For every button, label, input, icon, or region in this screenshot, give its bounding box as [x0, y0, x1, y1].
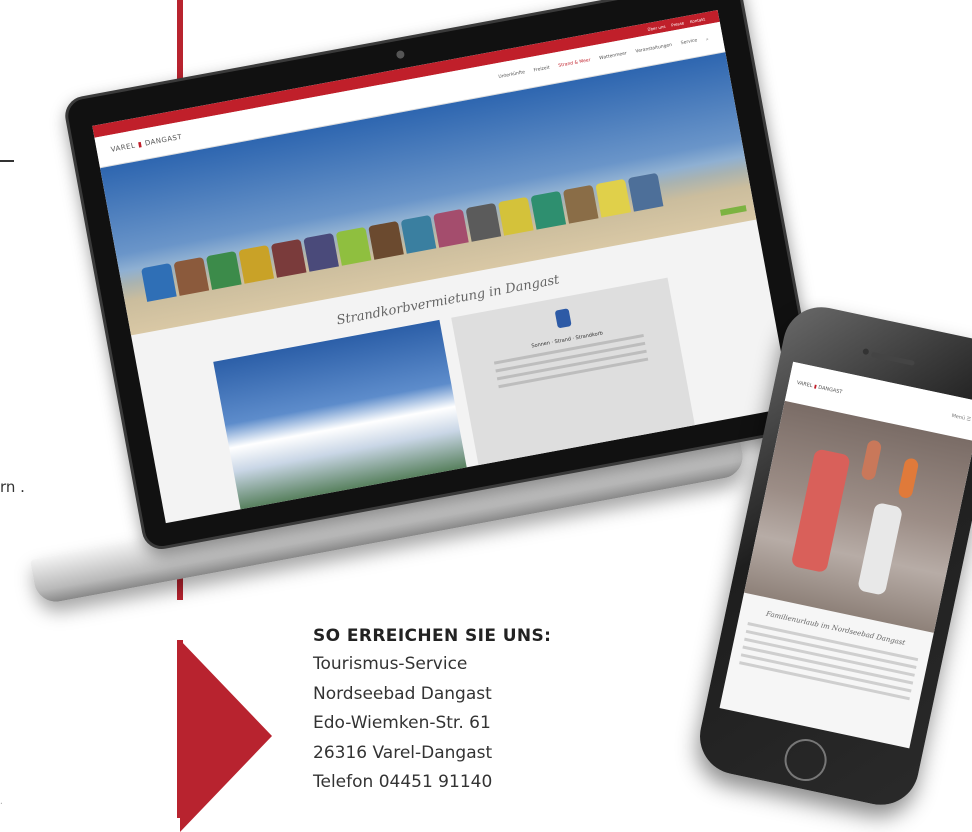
beach-chair	[627, 172, 664, 212]
logo-text-right: DANGAST	[144, 132, 183, 148]
topbar-link[interactable]: Kontakt	[689, 16, 705, 24]
laptop-screen: Über uns Presse Kontakt VAREL ▮ DANGAST …	[92, 10, 792, 524]
person-figure	[860, 439, 883, 482]
contact-org-sub: Nordseebad Dangast	[313, 683, 492, 704]
mobile-logo[interactable]: VAREL ▮ DANGAST	[796, 380, 843, 396]
nav-item-active[interactable]: Strand & Meer	[558, 58, 591, 70]
phone-speaker	[870, 351, 915, 366]
logo-text-left: VAREL	[110, 141, 137, 154]
beach-chair	[205, 250, 242, 290]
logo-mark-icon: ▮	[137, 140, 144, 149]
slider-badge[interactable]	[720, 205, 747, 216]
beach-chair	[141, 262, 177, 302]
nav-item[interactable]: Unterkünfte	[498, 70, 525, 81]
divider-dash	[0, 160, 14, 162]
nav-item[interactable]: Service	[680, 38, 697, 47]
logo-text-left: VAREL	[796, 380, 814, 390]
beach-chair	[173, 256, 210, 296]
info-card: Sonnen · Strand · Strandkorb	[451, 277, 697, 476]
nav-item[interactable]: Freizeit	[533, 66, 550, 75]
person-figure	[897, 457, 920, 500]
beach-chair	[465, 202, 502, 242]
cropped-body-text: rn .	[0, 478, 25, 496]
beach-chair	[497, 196, 534, 236]
contact-street: Edo-Wiemken-Str. 61	[313, 713, 491, 733]
contact-org: Tourismus-Service	[313, 654, 468, 674]
mudflat-family-photo	[744, 400, 972, 633]
beach-chair	[238, 244, 275, 284]
person-figure	[790, 448, 851, 574]
beach-chair	[595, 178, 631, 218]
contact-heading: SO ERREICHEN SIE UNS:	[313, 626, 552, 646]
beach-chair	[270, 238, 307, 278]
site-logo[interactable]: VAREL ▮ DANGAST	[110, 133, 183, 154]
topbar-link[interactable]: Presse	[671, 20, 685, 27]
search-icon[interactable]: ⌕	[706, 36, 709, 42]
red-triangle-arrow	[180, 640, 272, 832]
logo-text-right: DANGAST	[817, 384, 843, 396]
contact-block: SO ERREICHEN SIE UNS: Tourismus-Service …	[313, 626, 551, 798]
beach-chair	[433, 208, 469, 248]
beach-chair	[335, 226, 372, 266]
person-figure	[857, 501, 904, 596]
topbar-link[interactable]: Über uns	[647, 23, 666, 31]
front-camera-icon	[862, 348, 870, 356]
beach-chair	[562, 184, 599, 224]
beach-chair	[368, 220, 404, 260]
nav-item[interactable]: Veranstaltungen	[635, 43, 673, 56]
hamburger-menu-button[interactable]: Menü ☰	[951, 413, 972, 423]
beach-chair-icon	[554, 308, 572, 329]
nav-item[interactable]: Wattenmeer	[599, 51, 627, 62]
contact-phone: Telefon 04451 91140	[313, 772, 493, 792]
beach-chair	[303, 232, 339, 272]
sky-photo	[213, 319, 469, 520]
corner-mark: ॱ	[0, 801, 3, 810]
webcam-icon	[395, 49, 406, 60]
beach-chair	[530, 190, 567, 230]
contact-city: 26316 Varel-Dangast	[313, 742, 493, 763]
home-button[interactable]	[780, 735, 831, 785]
rule-gap	[177, 600, 183, 640]
beach-chair	[400, 214, 437, 254]
